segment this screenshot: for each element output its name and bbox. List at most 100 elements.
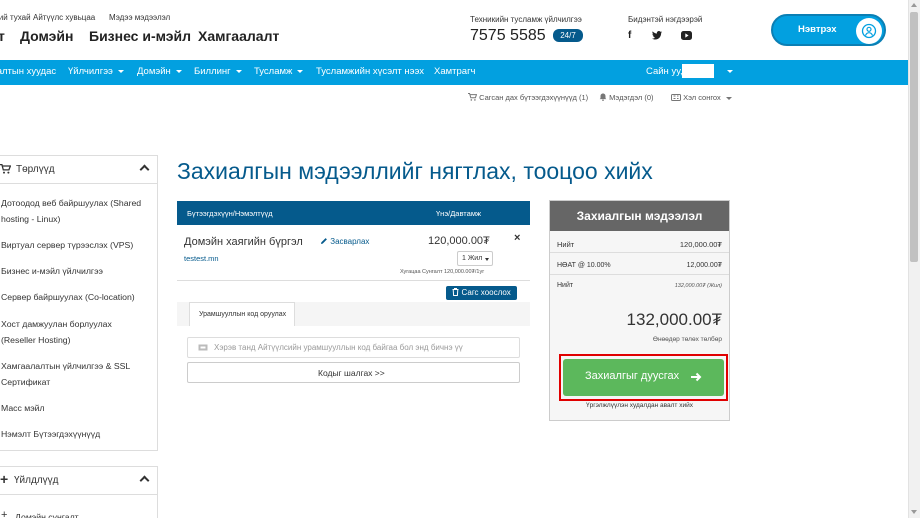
order-summary-panel: Захиалгын мэдээлэл Нийт 120,000.00₮ НӨАТ… bbox=[549, 200, 730, 421]
top-link-news[interactable]: Мэдээ мэдээлэл bbox=[109, 13, 170, 22]
cart-table-header: Бүтээгдэхүүн/Нэмэлтүүд Үнэ/Давтамж bbox=[177, 201, 530, 225]
chevron-down-icon bbox=[725, 96, 732, 100]
category-label-line1: Дотоодод веб байршуулах (Shared bbox=[1, 198, 142, 208]
scroll-down-icon[interactable] bbox=[911, 510, 917, 514]
cart-icon bbox=[0, 164, 11, 174]
top-link-shares[interactable]: Айтүүлс хувьцаа bbox=[33, 13, 95, 22]
actions-panel: + Үйлдлүүд + Домэйн сунгалт bbox=[0, 466, 158, 518]
complete-order-label: Захиалгыг дуусгах bbox=[585, 370, 680, 382]
summary-value: 12,000.00₮ bbox=[686, 262, 722, 269]
nav-affiliates[interactable]: Хамтрагч bbox=[434, 66, 475, 77]
period-note: Хугацаа Сунгалт 120,000.00₮/1уг bbox=[400, 269, 485, 275]
cart-label: Сагсан дах бүтээгдэхүүнүүд (1) bbox=[479, 93, 589, 102]
actions-title: Үйлдлүүд bbox=[14, 475, 59, 486]
continue-shopping-link[interactable]: Үргэлжлүүлэн худалдан авалт хийх bbox=[550, 402, 729, 409]
remove-item-icon[interactable]: × bbox=[514, 232, 520, 244]
top-link-about[interactable]: Бидний тухай bbox=[0, 13, 31, 22]
user-icon bbox=[856, 18, 882, 44]
social-label: Бидэнтэй нэгдээрэй bbox=[628, 15, 703, 24]
empty-cart-label: Сагс хоослох bbox=[461, 288, 511, 297]
edit-label: Засварлах bbox=[330, 237, 370, 246]
nav-billing[interactable]: Биллинг bbox=[194, 66, 242, 77]
plus-icon: + bbox=[1, 509, 8, 518]
promo-tab[interactable]: Урамшууллын код оруулах bbox=[189, 302, 295, 326]
validate-code-button[interactable]: Кодыг шалгах >> bbox=[187, 362, 520, 383]
edit-link[interactable]: Засварлах bbox=[320, 237, 369, 246]
categories-panel: Төрлүүд Дотоодод веб байршуулах (Shared … bbox=[0, 155, 158, 451]
category-label-line2: hosting - Linux) bbox=[1, 214, 61, 224]
youtube-icon[interactable] bbox=[681, 31, 692, 40]
summary-row-subtotal: Нийт 120,000.00₮ bbox=[550, 233, 729, 253]
arrow-right-icon bbox=[691, 372, 702, 382]
chevron-down-icon bbox=[297, 69, 304, 73]
trash-icon bbox=[452, 288, 459, 296]
chevron-down-icon bbox=[726, 69, 733, 73]
categories-header[interactable]: Төрлүүд bbox=[0, 156, 157, 184]
item-domain: testest.mn bbox=[184, 254, 219, 263]
login-label: Нэвтрэх bbox=[798, 24, 837, 35]
actions-header[interactable]: + Үйлдлүүд bbox=[0, 467, 157, 495]
nav-domains-label: Домэйн bbox=[137, 66, 171, 77]
category-label-line2: (Reseller Hosting) bbox=[1, 335, 71, 345]
notifications-label: Мэдэгдэл (0) bbox=[609, 93, 654, 102]
scroll-up-icon[interactable] bbox=[911, 3, 917, 7]
login-button[interactable]: Нэвтрэх bbox=[771, 14, 886, 46]
period-value: 1 Жил bbox=[462, 255, 483, 262]
category-label: Масс мэйл bbox=[1, 403, 45, 413]
language-selector[interactable]: Хэл сонгох bbox=[671, 93, 732, 102]
page-title: Захиалгын мэдээллийг нягтлах, тооцоо хий… bbox=[177, 158, 653, 184]
complete-order-button[interactable]: Захиалгыг дуусгах bbox=[563, 359, 724, 396]
nav-support[interactable]: Тусламж bbox=[254, 66, 304, 77]
user-name-redacted bbox=[682, 64, 714, 78]
bell-icon bbox=[599, 93, 607, 101]
chevron-up-icon bbox=[139, 164, 150, 175]
logo-fragment[interactable]: т bbox=[0, 28, 5, 44]
language-icon bbox=[671, 94, 681, 101]
chevron-up-icon bbox=[139, 475, 150, 486]
nav-user-menu[interactable]: Сайн уу, bbox=[646, 64, 733, 78]
main-nav-security[interactable]: Хамгаалалт bbox=[198, 28, 279, 44]
item-name: Домэйн хаягийн бүргэл bbox=[184, 236, 303, 248]
ticket-icon bbox=[198, 344, 208, 351]
twitter-icon[interactable] bbox=[652, 31, 662, 40]
chevron-down-icon bbox=[235, 69, 242, 73]
category-label-line1: Хост дамжуулан борлуулах bbox=[1, 319, 112, 329]
chevron-down-icon bbox=[175, 69, 182, 73]
promo-body: Хэрэв танд Айтүүлсийн урамшууллын код ба… bbox=[177, 326, 530, 394]
scrollbar-thumb[interactable] bbox=[910, 12, 918, 262]
page: Бидний тухай Айтүүлс хувьцаа Мэдээ мэдээ… bbox=[0, 0, 920, 518]
validate-code-label: Кодыг шалгах >> bbox=[318, 368, 385, 378]
notifications-link[interactable]: Мэдэгдэл (0) bbox=[599, 93, 654, 102]
summary-total-note: Өнөөдөр төлөх төлбөр bbox=[652, 336, 722, 343]
summary-value: 132,000.00₮ (Жил) bbox=[674, 283, 722, 289]
category-label: Нэмэлт Бүтээгдэхүүнүүд bbox=[1, 429, 101, 439]
category-label-line1: Хамгаалалтын үйлчилгээ & SSL bbox=[1, 361, 131, 371]
support-badge: 24/7 bbox=[553, 29, 583, 42]
summary-label: НӨАТ @ 10.00% bbox=[557, 262, 611, 269]
support-phone: 7575 5585 bbox=[470, 27, 546, 44]
nav-domains[interactable]: Домэйн bbox=[137, 66, 182, 77]
column-product: Бүтээгдэхүүн/Нэмэлтүүд bbox=[187, 209, 273, 218]
period-select[interactable]: 1 Жил bbox=[457, 251, 493, 266]
category-label-line2: Сертификат bbox=[1, 377, 51, 387]
nav-dashboard[interactable]: Хяналтын хуудас bbox=[0, 66, 56, 77]
chevron-down-icon bbox=[117, 69, 124, 73]
facebook-icon[interactable]: f bbox=[628, 30, 631, 41]
main-nav-domain[interactable]: Домэйн bbox=[20, 28, 73, 44]
nav-services-label: Үйлчилгээ bbox=[68, 66, 113, 77]
user-greeting: Сайн уу, bbox=[646, 66, 683, 77]
cart-icon bbox=[468, 93, 478, 101]
main-nav-business-email[interactable]: Бизнес и-мэйл bbox=[89, 28, 191, 44]
nav-open-ticket[interactable]: Тусламжийн хүсэлт нээх bbox=[316, 66, 424, 77]
promo-code-input[interactable]: Хэрэв танд Айтүүлсийн урамшууллын код ба… bbox=[187, 337, 520, 358]
primary-navbar: Хяналтын хуудас Үйлчилгээ Домэйн Биллинг… bbox=[0, 60, 908, 85]
column-price: Үнэ/Давтамж bbox=[436, 209, 481, 218]
nav-services[interactable]: Үйлчилгээ bbox=[68, 66, 124, 77]
empty-cart-button[interactable]: Сагс хоослох bbox=[446, 286, 517, 300]
item-price: 120,000.00₮ bbox=[428, 235, 490, 247]
support-label: Техникийн тусламж үйлчилгээ bbox=[470, 15, 582, 24]
nav-support-label: Тусламж bbox=[254, 66, 293, 77]
cart-link[interactable]: Сагсан дах бүтээгдэхүүнүүд (1) bbox=[468, 93, 588, 102]
pencil-icon bbox=[321, 238, 327, 244]
action-label: Домэйн сунгалт bbox=[15, 512, 79, 518]
